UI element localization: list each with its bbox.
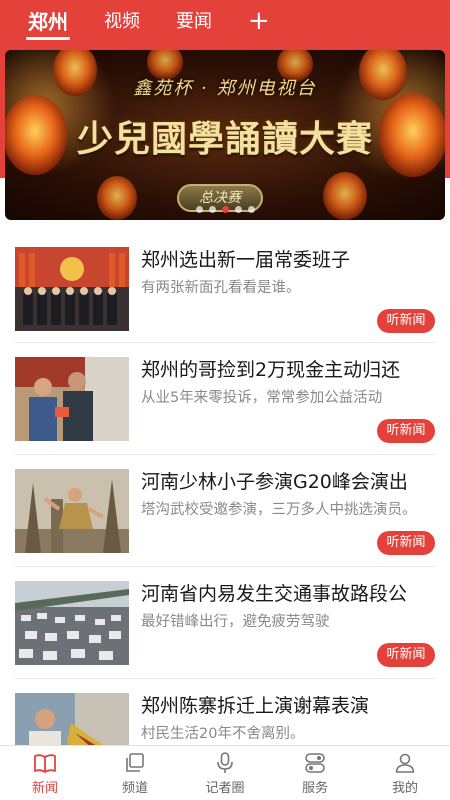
listen-news-button[interactable]: 听新闻 <box>377 419 435 443</box>
nav-services[interactable]: 服务 <box>270 746 360 800</box>
toggle-icon <box>305 752 325 773</box>
nav-profile[interactable]: 我的 <box>360 746 450 800</box>
news-description: 有两张新面孔看看是谁。 <box>141 280 301 296</box>
tab-headlines[interactable]: 要闻 <box>176 13 212 31</box>
nav-label: 服务 <box>301 780 328 796</box>
layers-icon <box>126 752 144 772</box>
bottom-navigation: 新闻 频道 记者圈 服务 我的 <box>0 745 450 800</box>
tab-video[interactable]: 视频 <box>104 13 140 31</box>
carousel-indicator <box>5 206 445 213</box>
person-icon <box>395 753 415 773</box>
news-description: 最好错峰出行，避免疲劳驾驶 <box>141 614 330 630</box>
news-thumbnail <box>15 469 129 553</box>
news-title[interactable]: 郑州选出新一届常委班子 <box>141 245 441 272</box>
carousel-dot[interactable] <box>234 206 242 213</box>
news-description: 塔沟武校受邀参演，三万多人中挑选演员。 <box>141 502 417 518</box>
carousel-dot[interactable] <box>208 206 216 213</box>
news-thumbnail <box>15 357 129 441</box>
add-tab-button[interactable]: + <box>248 8 270 34</box>
banner-carousel[interactable]: 鑫苑杯 · 郑州电视台 少兒國學誦讀大賽 总决赛 <box>5 50 445 220</box>
news-description: 从业5年来零投诉，常常参加公益活动 <box>141 390 383 406</box>
news-list: 郑州选出新一届常委班子 有两张新面孔看看是谁。 听新闻 郑州的哥捡到2万现金主动… <box>0 233 450 791</box>
news-title[interactable]: 河南省内易发生交通事故路段公 <box>141 579 441 606</box>
channel-tabs: 郑州 视频 要闻 + <box>0 0 450 44</box>
news-description: 村民生活20年不舍离别。 <box>141 726 305 742</box>
nav-label: 新闻 <box>31 780 58 796</box>
carousel-dot-active[interactable] <box>221 206 229 213</box>
news-title[interactable]: 河南少林小子参演G20峰会演出 <box>141 467 441 494</box>
book-icon <box>34 753 56 773</box>
nav-reporters[interactable]: 记者圈 <box>180 746 270 800</box>
listen-news-button[interactable]: 听新闻 <box>377 309 435 333</box>
nav-channels[interactable]: 频道 <box>90 746 180 800</box>
news-thumbnail <box>15 247 129 331</box>
carousel-dot[interactable] <box>195 206 203 213</box>
nav-label: 我的 <box>391 780 418 796</box>
nav-label: 频道 <box>121 780 148 796</box>
tab-zhengzhou[interactable]: 郑州 <box>26 12 70 40</box>
banner-subtitle: 鑫苑杯 · 郑州电视台 <box>133 78 317 99</box>
news-item[interactable]: 河南少林小子参演G20峰会演出 塔沟武校受邀参演，三万多人中挑选演员。 听新闻 <box>15 455 435 567</box>
news-thumbnail <box>15 581 129 665</box>
listen-news-button[interactable]: 听新闻 <box>377 643 435 667</box>
banner-title: 少兒國學誦讀大賽 <box>76 118 373 160</box>
news-item[interactable]: 郑州的哥捡到2万现金主动归还 从业5年来零投诉，常常参加公益活动 听新闻 <box>15 343 435 455</box>
news-title[interactable]: 郑州的哥捡到2万现金主动归还 <box>141 355 441 382</box>
news-item[interactable]: 河南省内易发生交通事故路段公 最好错峰出行，避免疲劳驾驶 听新闻 <box>15 567 435 679</box>
carousel-dot[interactable] <box>247 206 255 213</box>
nav-news[interactable]: 新闻 <box>0 746 90 800</box>
news-title[interactable]: 郑州陈寨拆迁上演谢幕表演 <box>141 691 441 718</box>
news-item[interactable]: 郑州选出新一届常委班子 有两张新面孔看看是谁。 听新闻 <box>15 233 435 343</box>
microphone-icon <box>217 751 233 773</box>
nav-label: 记者圈 <box>205 780 245 796</box>
listen-news-button[interactable]: 听新闻 <box>377 531 435 555</box>
